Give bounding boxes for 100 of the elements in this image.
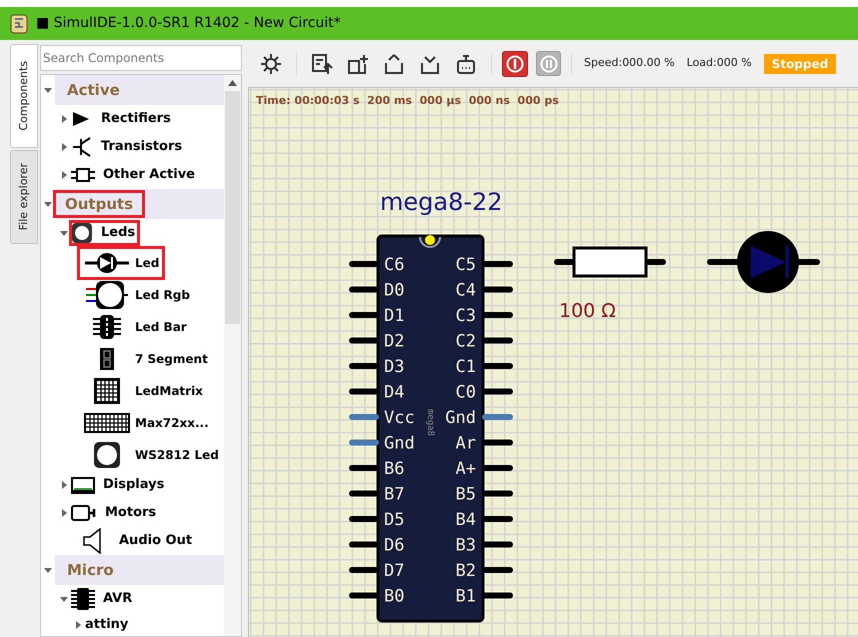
power-button[interactable] [502,50,528,76]
pause-button[interactable] [536,51,561,76]
collapsed-arrow-icon[interactable] [60,171,68,179]
pin-label: D5 [384,510,404,530]
tree-item[interactable]: Leds [101,223,136,243]
led-bar-icon [92,314,122,340]
tree-item[interactable]: Displays [103,475,164,495]
pin[interactable] [349,338,379,344]
expanded-arrow-icon[interactable] [44,566,52,574]
pin-label: Ar [456,434,476,454]
status-badge: Stopped [764,54,836,74]
pin-label: D6 [384,536,404,556]
chip-title: mega8-22 [380,188,503,216]
app-chip-icon [10,14,28,34]
pin-one-marker-icon [419,235,441,248]
new-folder-icon[interactable] [347,52,369,74]
document-export-icon[interactable] [311,52,333,74]
side-tab[interactable]: Components [10,44,38,148]
pin[interactable] [482,567,513,573]
category-label[interactable]: Active [55,75,224,105]
pin[interactable] [482,286,513,292]
expanded-arrow-icon[interactable] [44,200,52,208]
pin[interactable] [482,338,513,344]
pin[interactable] [482,542,513,548]
tree-item[interactable]: 7 Segment [135,350,208,368]
pin[interactable] [482,363,513,369]
pin-label: A+ [456,459,476,479]
pin[interactable] [482,490,513,496]
window-title: ■ SimulIDE-1.0.0-SR1 R1402 - New Circuit* [36,14,341,33]
pin[interactable] [349,490,379,496]
pin[interactable] [482,592,513,598]
tree-item[interactable]: WS2812 Led [135,446,219,464]
pin[interactable] [482,312,513,318]
tree-item[interactable]: Rectifiers [101,109,171,129]
scrollbar-thumb[interactable] [225,91,240,324]
pin-label: C6 [384,255,404,275]
tree-item[interactable]: LedMatrix [135,382,203,400]
pin[interactable] [482,440,513,446]
collapsed-arrow-icon[interactable] [60,481,68,489]
pin-label: Gnd [445,408,476,428]
side-tab[interactable]: File explorer [10,150,38,244]
tree-item[interactable]: Audio Out [119,531,192,551]
pin[interactable] [482,414,513,420]
pin-label: D0 [384,280,404,300]
dot-matrix-icon [84,413,130,433]
pin[interactable] [349,542,379,548]
pin-label: B5 [456,484,476,504]
pin[interactable] [349,440,379,446]
led-drawing[interactable] [707,231,820,293]
collapsed-arrow-icon[interactable] [60,509,68,517]
pin[interactable] [349,516,379,522]
chip-body[interactable] [376,234,484,622]
pin[interactable] [349,567,379,573]
expanded-arrow-icon[interactable] [60,595,68,603]
pin-label: B1 [456,586,476,606]
expanded-arrow-icon[interactable] [60,229,68,237]
pin[interactable] [482,516,513,522]
resistor-drawing[interactable] [554,246,666,278]
pin-label: C0 [456,382,476,402]
search-field[interactable]: Search Components [40,45,242,71]
tree-item[interactable]: Other Active [103,165,196,185]
pin-label: D2 [384,332,404,352]
pin[interactable] [349,363,379,369]
category-label[interactable]: Micro [55,555,224,585]
upload-icon[interactable] [383,52,405,74]
pin[interactable] [349,312,379,318]
tree-item[interactable]: Motors [105,503,156,523]
pin[interactable] [349,286,379,292]
tree-item[interactable]: Transistors [101,137,182,157]
display-icon [71,476,95,494]
pin[interactable] [482,465,513,471]
led-square-icon [93,441,121,469]
collapsed-arrow-icon[interactable] [60,143,68,151]
tree-item[interactable]: Max72xx... [135,414,209,432]
pin[interactable] [482,388,513,394]
pin[interactable] [349,388,379,394]
pin[interactable] [349,261,379,267]
tree-item[interactable]: attiny [85,615,128,635]
pin[interactable] [349,414,379,420]
expanded-arrow-icon[interactable] [44,86,52,94]
pin[interactable] [349,465,379,471]
collapsed-arrow-icon[interactable] [60,115,68,123]
chip-model-label: mega8 [425,409,435,436]
load-readout: Load:000 % [686,55,752,72]
pin-label: D7 [384,561,404,581]
collapsed-arrow-icon[interactable] [74,621,82,629]
resistance-label: 100 Ω [559,300,616,322]
pin[interactable] [349,592,379,598]
tree-item[interactable]: Led [135,254,160,272]
tree-item[interactable]: AVR [103,589,132,609]
pin-label: D4 [384,382,404,402]
tree-item[interactable]: Led Rgb [135,286,190,304]
pin[interactable] [482,261,513,267]
pin-label: D1 [384,306,404,326]
simulation-time: Time: 00:00:03 s 200 ms 000 µs 000 ns 000 ps [256,93,559,109]
device-icon[interactable] [455,52,477,74]
tree-item[interactable]: Led Bar [135,318,187,336]
diode-icon [85,252,129,274]
led-matrix-icon [94,378,120,404]
settings-icon[interactable] [260,52,282,74]
